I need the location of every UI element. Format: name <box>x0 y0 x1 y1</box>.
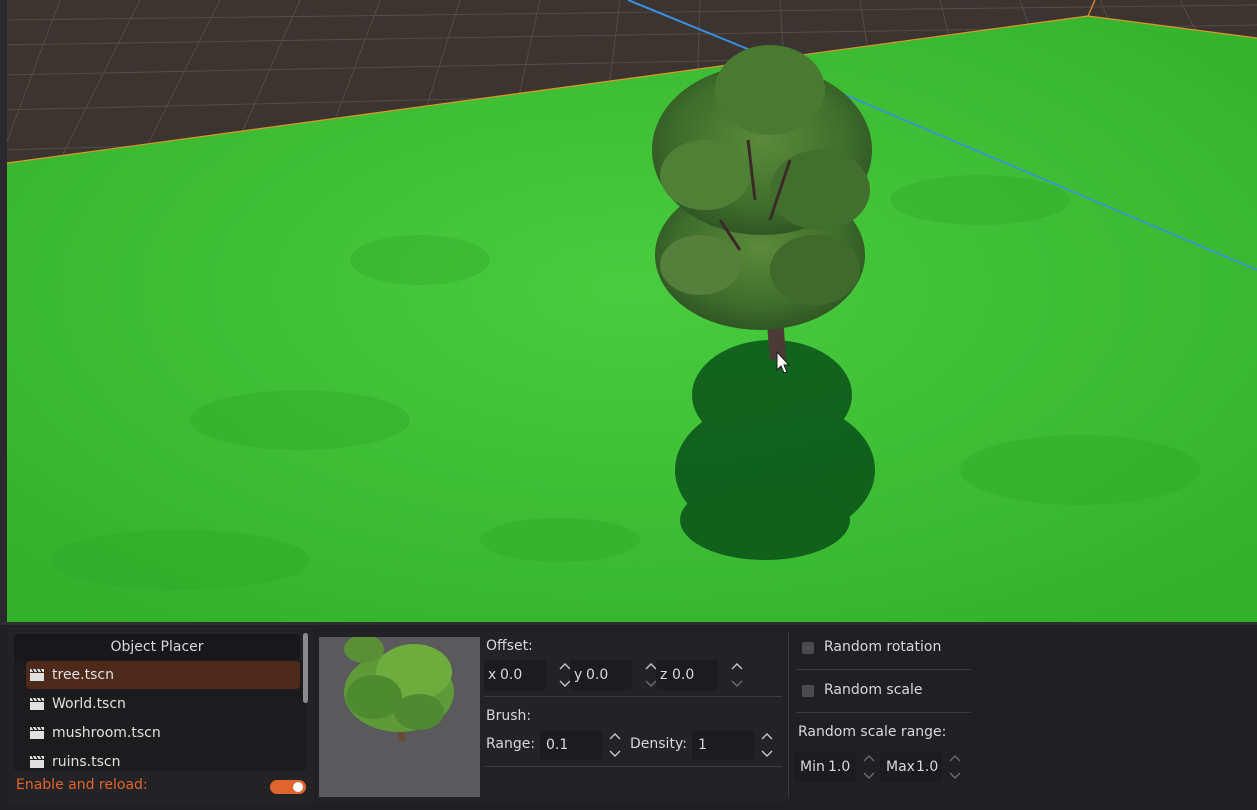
scene-file-list[interactable]: tree.tscn World.tscn mushroom.tscn ruins… <box>14 660 306 770</box>
offset-z-prefix: z <box>660 667 668 683</box>
scene-clapper-icon <box>30 756 44 768</box>
brush-density-value: 1 <box>698 737 707 753</box>
random-rotation-checkbox[interactable] <box>802 642 814 654</box>
dock-divider[interactable] <box>0 622 1257 625</box>
viewport-scene <box>0 0 1257 622</box>
scale-min-value: 1.0 <box>828 759 851 775</box>
brush-density-field[interactable]: 1 <box>692 730 773 760</box>
random-scale-checkbox[interactable] <box>802 685 814 697</box>
random-scale-range-heading: Random scale range: <box>798 724 947 740</box>
scene-clapper-icon <box>30 698 44 710</box>
offset-x-field[interactable]: x 0.0 <box>484 660 571 690</box>
offset-y-value: 0.0 <box>586 667 609 683</box>
brush-bottom-divider <box>484 766 782 767</box>
scale-min-prefix: Min <box>800 759 825 775</box>
scale-max-spin-arrows-icon[interactable] <box>948 753 962 781</box>
file-item-tree[interactable]: tree.tscn <box>26 661 300 689</box>
random-scale-max-field[interactable]: Max 1.0 <box>880 752 961 782</box>
offset-z-field[interactable]: z 0.0 <box>656 660 743 690</box>
brush-range-spin-arrows-icon[interactable] <box>608 731 622 759</box>
brush-heading: Brush: <box>486 708 532 724</box>
file-item-mushroom[interactable]: mushroom.tscn <box>26 719 300 747</box>
scale-max-value: 1.0 <box>916 759 939 775</box>
brush-density-label: Density: <box>630 736 687 752</box>
brush-density-spin-arrows-icon[interactable] <box>760 731 774 759</box>
enable-reload-toggle[interactable] <box>270 780 306 794</box>
scene-clapper-icon <box>30 669 44 681</box>
random-rotation-divider <box>796 669 971 670</box>
file-list-scrollbar[interactable] <box>303 633 308 703</box>
3d-viewport[interactable] <box>0 0 1257 622</box>
file-item-label: mushroom.tscn <box>52 725 161 741</box>
file-item-ruins[interactable]: ruins.tscn <box>26 748 300 770</box>
file-item-world[interactable]: World.tscn <box>26 690 300 718</box>
offset-z-value: 0.0 <box>672 667 695 683</box>
object-placer-title: Object Placer <box>14 634 300 660</box>
panel-vertical-divider <box>788 632 789 798</box>
offset-heading: Offset: <box>486 638 533 654</box>
offset-y-prefix: y <box>574 667 583 683</box>
tree-preview-image <box>319 637 480 797</box>
enable-reload-label: Enable and reload: <box>16 777 148 793</box>
scale-min-spin-arrows-icon[interactable] <box>862 753 876 781</box>
random-scale-label[interactable]: Random scale <box>824 682 923 698</box>
viewport-left-edge <box>0 0 7 622</box>
brush-range-value: 0.1 <box>546 737 569 753</box>
file-item-label: World.tscn <box>52 696 126 712</box>
offset-x-prefix: x <box>488 667 497 683</box>
random-scale-min-field[interactable]: Min 1.0 <box>794 752 875 782</box>
offset-z-spin-arrows-icon[interactable] <box>730 661 744 689</box>
file-item-label: tree.tscn <box>52 667 114 683</box>
brush-range-label: Range: <box>486 736 536 752</box>
scene-clapper-icon <box>30 727 44 739</box>
offset-x-value: 0.0 <box>500 667 523 683</box>
brush-range-field[interactable]: 0.1 <box>540 730 621 760</box>
toggle-knob <box>293 782 303 792</box>
scale-max-prefix: Max <box>886 759 915 775</box>
offset-y-field[interactable]: y 0.0 <box>570 660 657 690</box>
random-scale-divider <box>796 712 971 713</box>
file-item-label: ruins.tscn <box>52 754 121 770</box>
random-rotation-label[interactable]: Random rotation <box>824 639 941 655</box>
object-preview-thumbnail <box>319 637 480 797</box>
offset-brush-divider <box>484 696 782 697</box>
